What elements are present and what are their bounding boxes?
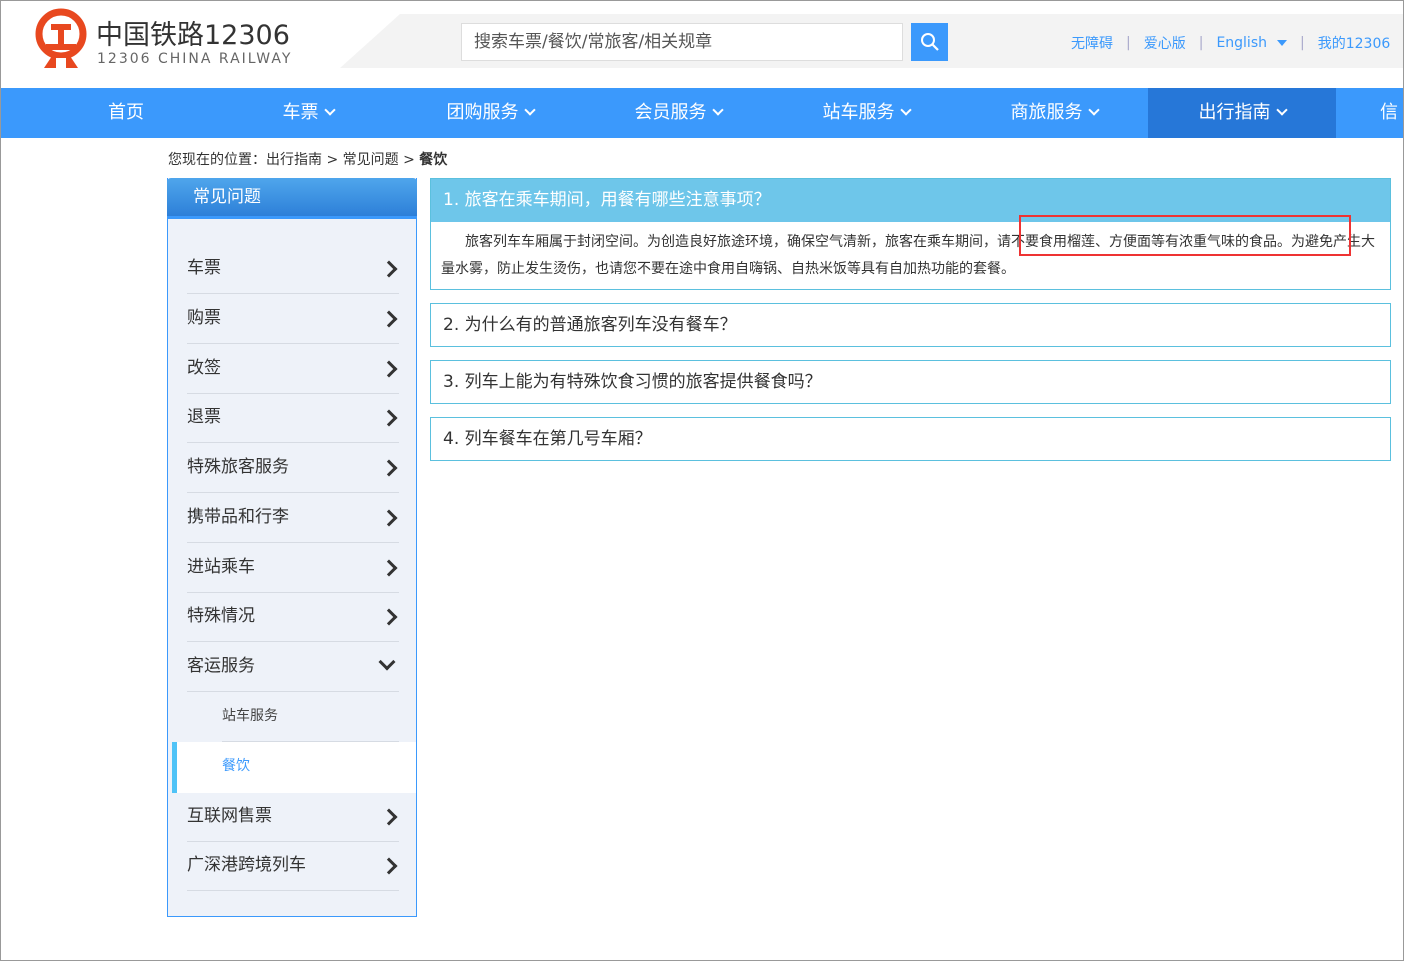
nav-item-guide[interactable]: 出行指南: [1148, 88, 1336, 138]
breadcrumb-path[interactable]: 您现在的位置：出行指南 > 常见问题 >: [168, 152, 419, 168]
nav-item-member[interactable]: 会员服务: [618, 88, 738, 138]
my-account-link[interactable]: 我的12306: [1318, 33, 1391, 53]
sidebar-item-tickets[interactable]: 车票: [187, 244, 399, 294]
site-header: 中国铁路12306 12306 CHINA RAILWAY 无障碍 | 爱心版 …: [0, 0, 1404, 88]
nav-item-tickets[interactable]: 车票: [258, 88, 358, 138]
faq-question[interactable]: 4. 列车餐车在第几号车厢？: [431, 418, 1390, 461]
chevron-down-icon: [1087, 104, 1100, 116]
faq-question[interactable]: 1. 旅客在乘车期间，用餐有哪些注意事项？: [431, 179, 1390, 222]
caret-down-icon: [1277, 40, 1287, 46]
sidebar-item-change[interactable]: 改签: [187, 344, 399, 394]
search-button[interactable]: [911, 23, 948, 61]
sidebar-title: 常见问题: [167, 178, 417, 216]
sidebar-item-label: 客运服务: [187, 656, 255, 676]
divider: |: [1198, 35, 1204, 51]
sidebar-item-online-ticketing[interactable]: 互联网售票: [187, 792, 399, 842]
top-links: 无障碍 | 爱心版 | English | 我的12306: [1071, 33, 1390, 53]
sidebar-item-label: 广深港跨境列车: [187, 855, 306, 875]
sidebar-item-boarding[interactable]: 进站乘车: [187, 543, 399, 593]
search-input[interactable]: [461, 23, 903, 61]
nav-item-group[interactable]: 团购服务: [430, 88, 550, 138]
divider: |: [1126, 35, 1131, 51]
chevron-down-icon: [1275, 104, 1288, 116]
faq-question[interactable]: 2. 为什么有的普通旅客列车没有餐车？: [431, 304, 1390, 347]
sidebar-item-label: 车票: [187, 258, 221, 278]
sidebar-item-label: 携带品和行李: [187, 507, 289, 527]
faq-sidebar: 常见问题 车票 购票 改签 退票 特殊旅客服务 携带品和行李 进站乘车 特殊情况…: [167, 178, 417, 917]
sidebar-item-purchase[interactable]: 购票: [187, 294, 399, 344]
nav-label: 车票: [282, 102, 319, 123]
chevron-right-icon: [380, 409, 398, 427]
sidebar-item-label: 互联网售票: [187, 806, 272, 826]
faq-item: 4. 列车餐车在第几号车厢？: [430, 417, 1391, 461]
main-nav: 首页 车票 团购服务 会员服务 站车服务 商旅服务 出行指南 信: [0, 88, 1404, 138]
chevron-down-icon: [523, 104, 536, 116]
nav-item-home[interactable]: 首页: [78, 88, 174, 138]
sidebar-item-label: 特殊情况: [187, 606, 255, 626]
sidebar-item-label: 进站乘车: [187, 557, 255, 577]
faq-item: 1. 旅客在乘车期间，用餐有哪些注意事项？ 旅客列车车厢属于封闭空间。为创造良好…: [430, 178, 1391, 290]
chevron-down-icon: [711, 104, 724, 116]
chevron-right-icon: [380, 608, 398, 626]
sidebar-item-label: 特殊旅客服务: [187, 457, 289, 477]
nav-label: 商旅服务: [1010, 102, 1083, 123]
divider: |: [1300, 35, 1305, 51]
faq-question[interactable]: 3. 列车上能为有特殊饮食习惯的旅客提供餐食吗？: [431, 361, 1390, 404]
chevron-right-icon: [380, 360, 398, 378]
search-icon: [920, 33, 939, 51]
nav-label: 出行指南: [1198, 102, 1271, 123]
nav-item-info[interactable]: 信: [1380, 88, 1404, 138]
sidebar-title-underline: [167, 216, 417, 219]
sidebar-item-label: 退票: [187, 407, 221, 427]
sidebar-subitem-catering[interactable]: 餐饮: [172, 742, 416, 793]
sidebar-item-refund[interactable]: 退票: [187, 393, 399, 443]
chevron-right-icon: [380, 260, 398, 278]
care-version-link[interactable]: 爱心版: [1144, 33, 1186, 53]
language-link[interactable]: English: [1216, 35, 1287, 51]
chevron-down-icon: [899, 104, 912, 116]
sidebar-item-passenger-service[interactable]: 客运服务: [187, 642, 399, 692]
language-label: English: [1216, 35, 1267, 51]
chevron-right-icon: [380, 459, 398, 477]
sidebar-item-cross-border[interactable]: 广深港跨境列车: [187, 841, 399, 891]
accessibility-link[interactable]: 无障碍: [1071, 33, 1113, 53]
breadcrumb: 您现在的位置：出行指南 > 常见问题 > 餐饮: [168, 149, 447, 169]
sidebar-item-special-passenger[interactable]: 特殊旅客服务: [187, 443, 399, 493]
nav-item-station[interactable]: 站车服务: [806, 88, 926, 138]
sidebar-item-luggage[interactable]: 携带品和行李: [187, 493, 399, 543]
chevron-right-icon: [380, 808, 398, 826]
chevron-right-icon: [380, 559, 398, 577]
brand-subtitle: 12306 CHINA RAILWAY: [97, 51, 293, 67]
sidebar-subitem-label: 站车服务: [222, 708, 278, 724]
nav-label: 信: [1380, 102, 1398, 123]
railway-logo-icon[interactable]: [34, 8, 88, 70]
sidebar-item-label: 改签: [187, 358, 221, 378]
sidebar-item-special-cases[interactable]: 特殊情况: [187, 592, 399, 642]
nav-label: 站车服务: [822, 102, 895, 123]
nav-label: 会员服务: [634, 102, 707, 123]
nav-label: 首页: [108, 102, 144, 123]
chevron-right-icon: [380, 857, 398, 875]
sidebar-item-label: 购票: [187, 308, 221, 328]
nav-label: 团购服务: [446, 102, 519, 123]
breadcrumb-current: 餐饮: [419, 152, 448, 168]
nav-item-business[interactable]: 商旅服务: [994, 88, 1114, 138]
faq-answer: 旅客列车车厢属于封闭空间。为创造良好旅途环境，确保空气清新，旅客在乘车期间，请不…: [441, 234, 1375, 277]
chevron-right-icon: [380, 310, 398, 328]
sidebar-subitem-station-service[interactable]: 站车服务: [222, 692, 399, 742]
chevron-down-icon: [378, 653, 396, 671]
brand-title: 中国铁路12306: [96, 20, 290, 51]
chevron-right-icon: [380, 509, 398, 527]
faq-item: 2. 为什么有的普通旅客列车没有餐车？: [430, 303, 1391, 347]
chevron-down-icon: [323, 104, 336, 116]
sidebar-subitem-label: 餐饮: [222, 758, 250, 774]
faq-item: 3. 列车上能为有特殊饮食习惯的旅客提供餐食吗？: [430, 360, 1391, 404]
